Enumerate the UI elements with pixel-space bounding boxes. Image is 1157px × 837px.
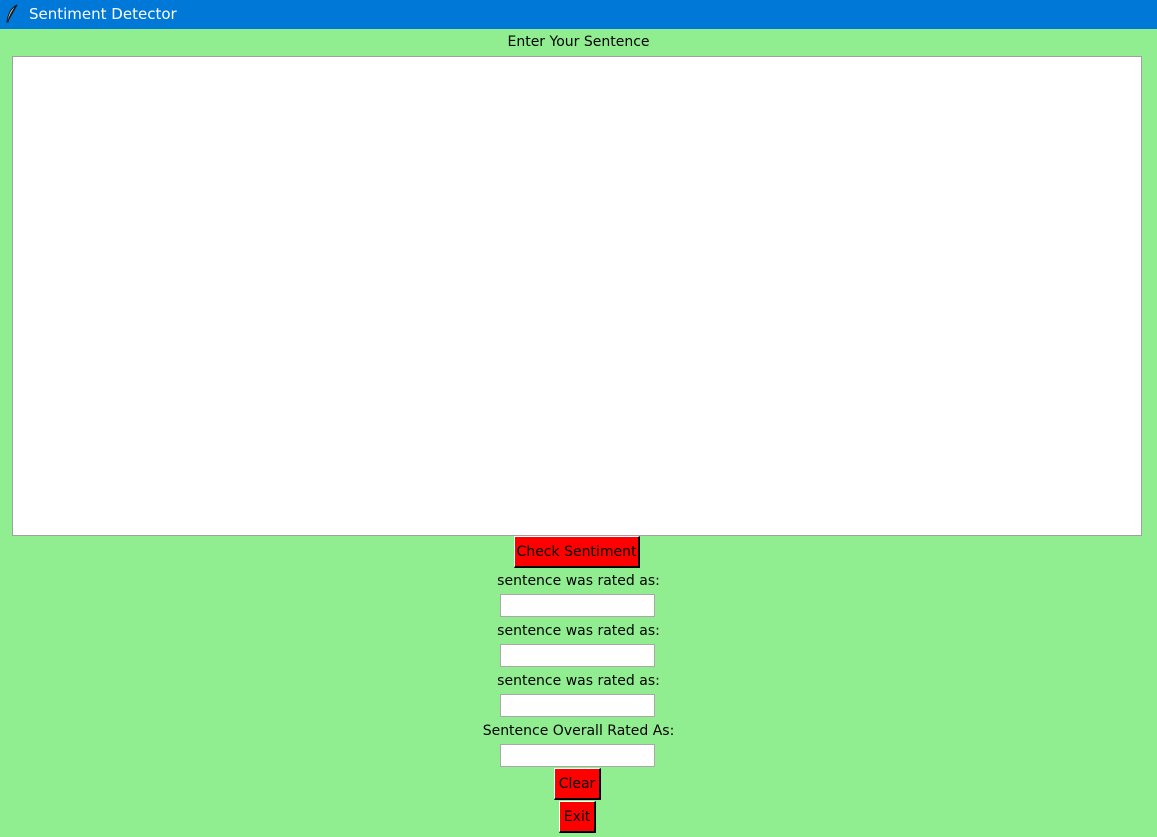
title-bar[interactable]: Sentiment Detector	[0, 0, 1157, 29]
result-field-3[interactable]	[500, 694, 655, 717]
window-title: Sentiment Detector	[29, 5, 177, 23]
feather-icon	[6, 4, 18, 23]
sentence-input[interactable]	[12, 56, 1142, 536]
result-label-1: sentence was rated as:	[497, 573, 660, 589]
result-label-3: sentence was rated as:	[497, 673, 660, 689]
result-label-2: sentence was rated as:	[497, 623, 660, 639]
check-sentiment-button[interactable]: Check Sentiment	[514, 536, 640, 568]
sentence-label: Enter Your Sentence	[507, 34, 650, 50]
overall-field[interactable]	[500, 744, 655, 767]
result-field-1[interactable]	[500, 594, 655, 617]
app-window: Sentiment Detector Enter Your Sentence C…	[0, 0, 1157, 837]
overall-label: Sentence Overall Rated As:	[482, 723, 675, 739]
exit-button[interactable]: Exit	[559, 801, 596, 833]
clear-button[interactable]: Clear	[554, 768, 601, 800]
result-field-2[interactable]	[500, 644, 655, 667]
